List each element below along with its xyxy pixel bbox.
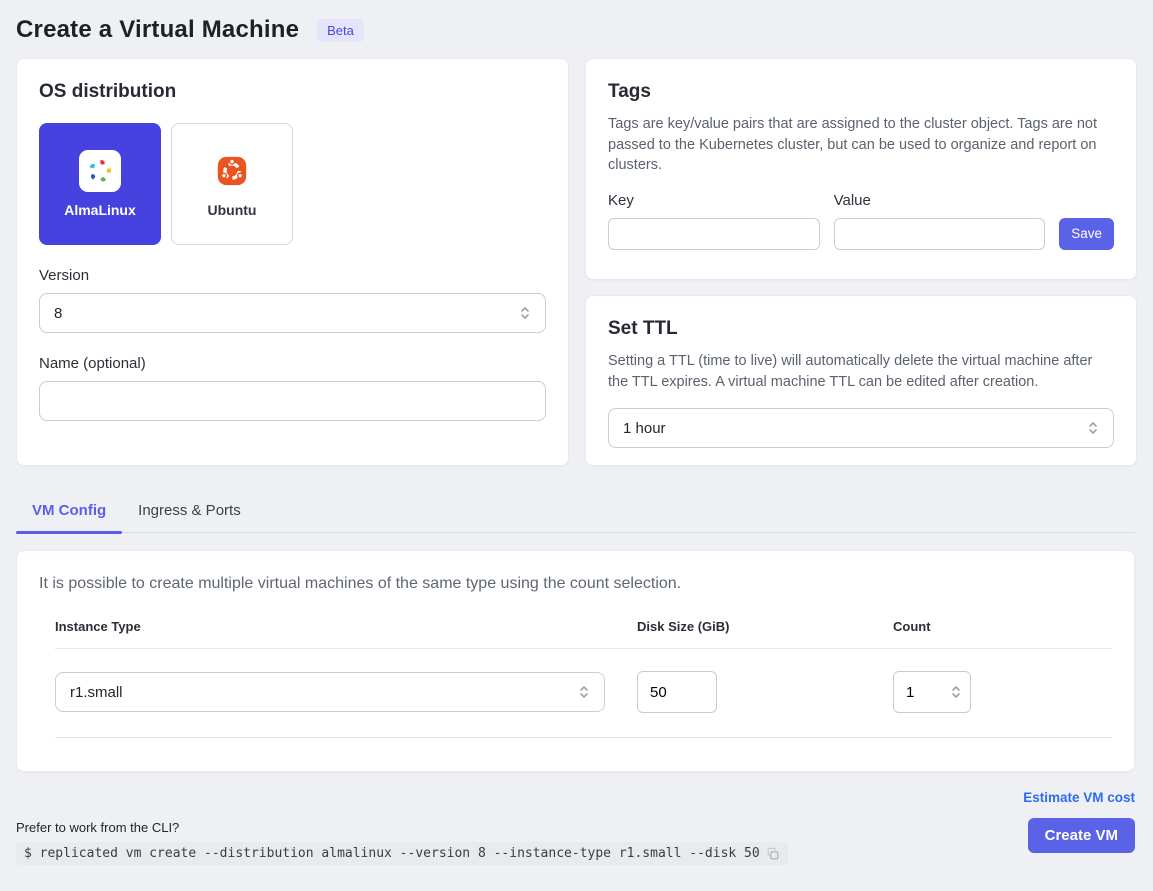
set-ttl-title: Set TTL: [608, 318, 1114, 340]
set-ttl-description: Setting a TTL (time to live) will automa…: [608, 351, 1114, 392]
version-select-value: 8: [54, 305, 62, 322]
count-stepper[interactable]: [893, 671, 971, 713]
set-ttl-card: Set TTL Setting a TTL (time to live) wil…: [585, 295, 1137, 466]
ubuntu-logo-icon: [211, 150, 253, 192]
instance-type-value: r1.small: [70, 684, 123, 701]
vm-name-input[interactable]: [39, 381, 546, 421]
tags-title: Tags: [608, 81, 1114, 103]
create-vm-button[interactable]: Create VM: [1028, 818, 1135, 853]
tag-value-label: Value: [834, 192, 1046, 209]
vm-table-header: Instance Type Disk Size (GiB) Count: [55, 619, 1112, 634]
version-label: Version: [39, 267, 546, 284]
chevron-updown-icon: [1087, 419, 1099, 437]
cli-command: $ replicated vm create --distribution al…: [16, 842, 788, 865]
copy-button[interactable]: [766, 847, 780, 861]
table-divider: [55, 648, 1112, 649]
chevron-updown-icon: [578, 683, 590, 701]
save-tag-button[interactable]: Save: [1059, 218, 1114, 250]
os-distribution-card: OS distribution AlmaLinux: [16, 58, 569, 466]
almalinux-logo-icon: [79, 150, 121, 192]
os-tile-almalinux-label: AlmaLinux: [64, 202, 136, 218]
tab-ingress-ports[interactable]: Ingress & Ports: [122, 492, 257, 532]
vm-config-card: It is possible to create multiple virtua…: [16, 550, 1135, 772]
footer-actions: Estimate VM cost Create VM: [1023, 790, 1135, 865]
tags-description: Tags are key/value pairs that are assign…: [608, 114, 1114, 176]
tag-value-input[interactable]: [834, 218, 1046, 250]
estimate-vm-cost-link[interactable]: Estimate VM cost: [1023, 790, 1135, 805]
chevron-updown-icon: [519, 304, 531, 322]
config-tabs: VM Config Ingress & Ports: [16, 492, 1135, 533]
vm-config-description: It is possible to create multiple virtua…: [39, 575, 1112, 593]
os-tile-ubuntu[interactable]: Ubuntu: [171, 123, 293, 245]
count-input[interactable]: [906, 684, 950, 701]
ttl-select-value: 1 hour: [623, 420, 666, 437]
os-tile-almalinux[interactable]: AlmaLinux: [39, 123, 161, 245]
version-select[interactable]: 8: [39, 293, 546, 333]
disk-size-input[interactable]: [637, 671, 717, 713]
cli-command-text: $ replicated vm create --distribution al…: [24, 846, 760, 861]
tag-key-input[interactable]: [608, 218, 820, 250]
os-distribution-title: OS distribution: [39, 81, 546, 103]
right-column: Tags Tags are key/value pairs that are a…: [585, 58, 1137, 466]
chevron-updown-icon: [950, 683, 962, 701]
name-label: Name (optional): [39, 355, 546, 372]
os-tile-ubuntu-label: Ubuntu: [208, 202, 257, 218]
tag-key-label: Key: [608, 192, 820, 209]
tags-form: Key Value Save: [608, 192, 1114, 250]
page-header: Create a Virtual Machine Beta: [16, 14, 1135, 58]
top-cards-grid: OS distribution AlmaLinux: [16, 58, 1135, 466]
page-title: Create a Virtual Machine: [16, 16, 299, 44]
column-disk-size: Disk Size (GiB): [637, 619, 893, 634]
copy-icon: [766, 847, 780, 861]
os-tiles: AlmaLinux Ubuntu: [39, 123, 546, 245]
footer: Prefer to work from the CLI? $ replicate…: [16, 790, 1135, 865]
tab-vm-config[interactable]: VM Config: [16, 492, 122, 532]
beta-badge: Beta: [317, 19, 364, 42]
ttl-select[interactable]: 1 hour: [608, 408, 1114, 448]
column-count: Count: [893, 619, 1112, 634]
tags-card: Tags Tags are key/value pairs that are a…: [585, 58, 1137, 280]
cli-prompt: Prefer to work from the CLI?: [16, 820, 788, 835]
instance-type-select[interactable]: r1.small: [55, 672, 605, 712]
vm-table-row: r1.small: [55, 671, 1112, 713]
column-instance-type: Instance Type: [55, 619, 637, 634]
row-divider: [55, 737, 1112, 738]
cli-block: Prefer to work from the CLI? $ replicate…: [16, 820, 788, 865]
